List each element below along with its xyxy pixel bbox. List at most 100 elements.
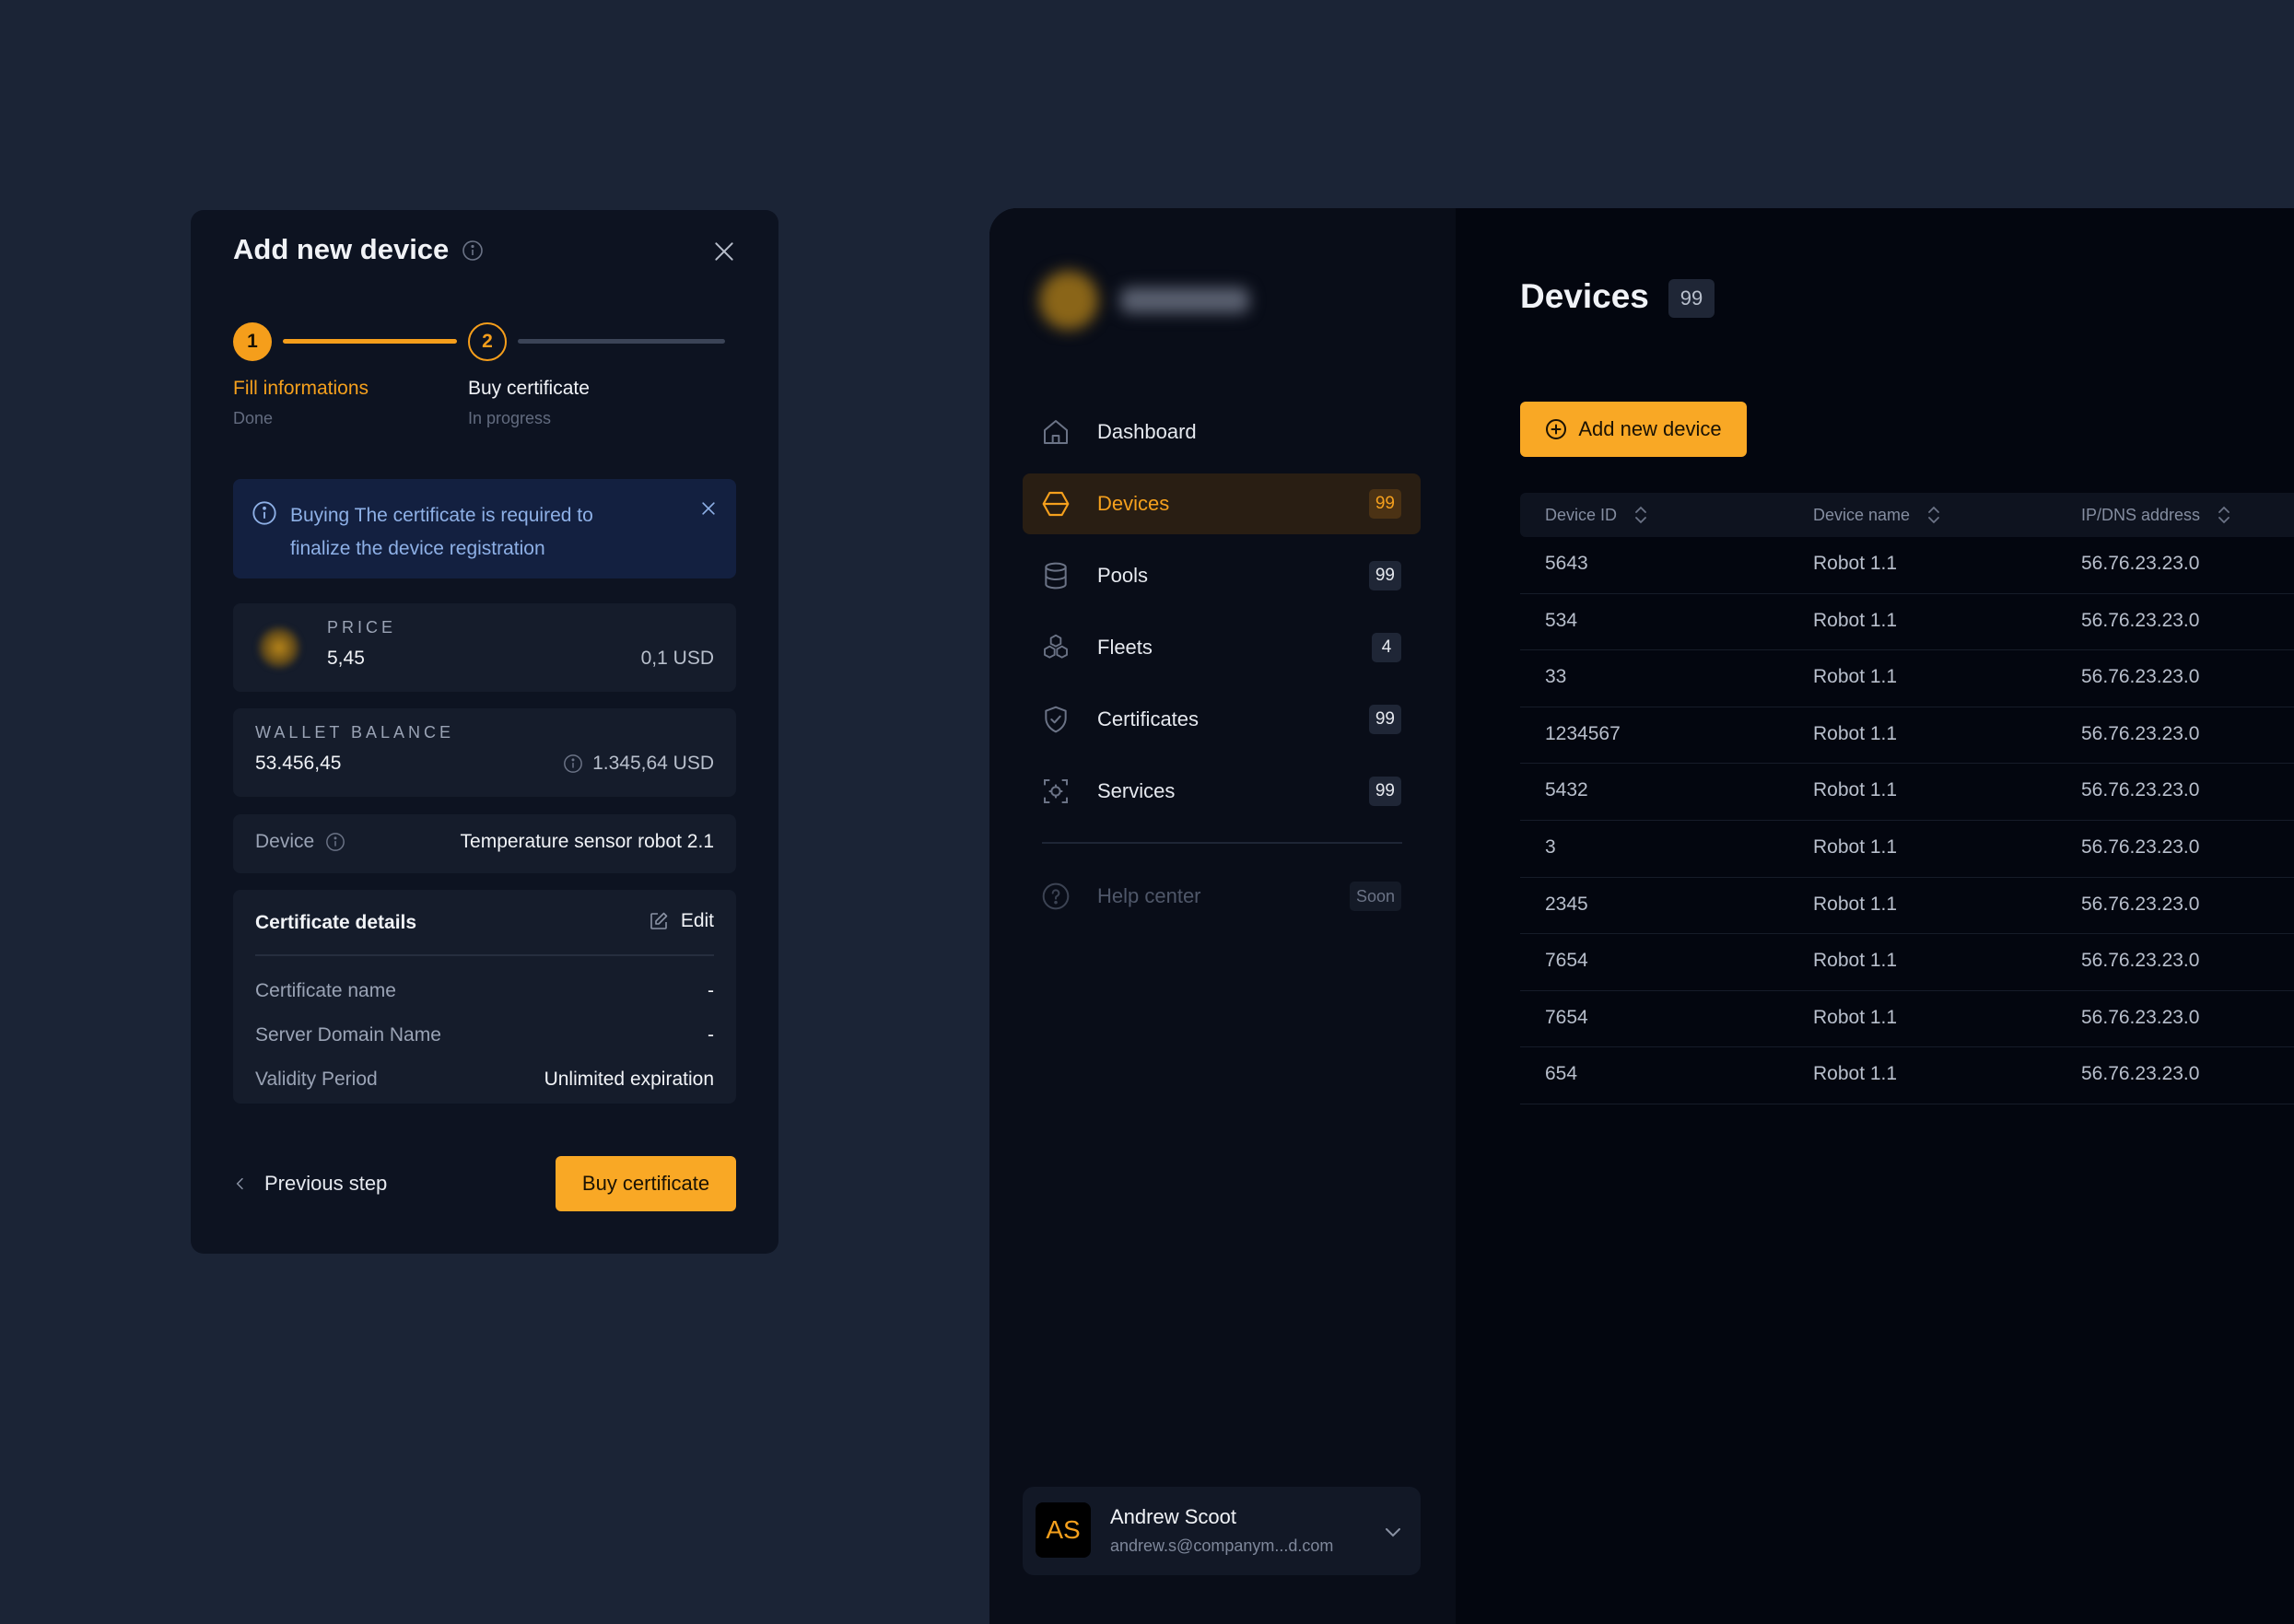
previous-step-button[interactable]: Previous step	[233, 1172, 387, 1196]
logo	[1039, 262, 1251, 335]
price-label: PRICE	[327, 618, 397, 637]
device-label-group: Device	[255, 831, 345, 853]
validity-period-value: Unlimited expiration	[544, 1069, 714, 1090]
device-id-cell: 33	[1545, 666, 1567, 688]
sidebar-item-label: Services	[1097, 779, 1176, 802]
device-id-cell: 7654	[1545, 1006, 1588, 1028]
sidebar-item-dashboard[interactable]: Dashboard	[1023, 402, 1421, 462]
validity-period-label: Validity Period	[255, 1069, 378, 1090]
soon-badge: Soon	[1349, 882, 1401, 911]
price-value: 5,45	[327, 648, 365, 669]
certificate-details-card: Certificate details Edit Certificate nam…	[233, 890, 736, 1104]
add-new-device-button[interactable]: Add new device	[1520, 402, 1747, 457]
add-new-device-label: Add new device	[1578, 417, 1722, 440]
app-window: Dashboard Devices 99 Pools 99 Fleets 4 C…	[989, 208, 2294, 1624]
table-row[interactable]: 3 Robot 1.1 56.76.23.23.0	[1520, 821, 2294, 878]
buy-certificate-button[interactable]: Buy certificate	[556, 1156, 736, 1211]
column-header-label: Device ID	[1545, 505, 1618, 524]
hexagon-icon	[1041, 489, 1071, 519]
table-row[interactable]: 7654 Robot 1.1 56.76.23.23.0	[1520, 934, 2294, 991]
step-1-status: Done	[233, 409, 274, 427]
column-header-device-name[interactable]: Device name	[1813, 505, 1941, 525]
divider	[255, 954, 714, 956]
sort-icon	[2217, 505, 2231, 525]
ip-address-cell: 56.76.23.23.0	[2081, 779, 2200, 801]
sidebar-item-fleets[interactable]: Fleets 4	[1023, 617, 1421, 678]
user-menu[interactable]: AS Andrew Scoot andrew.s@companym...d.co…	[1023, 1487, 1421, 1575]
sidebar-item-devices[interactable]: Devices 99	[1023, 473, 1421, 534]
certificate-name-label: Certificate name	[255, 980, 396, 1001]
count-badge: 4	[1372, 633, 1401, 662]
sidebar-item-services[interactable]: Services 99	[1023, 761, 1421, 822]
sidebar-item-label: Help center	[1097, 884, 1201, 907]
chevron-left-icon	[233, 1176, 248, 1191]
sort-icon	[1633, 505, 1648, 525]
main-content: Devices 99 Add new device Device ID Devi…	[1456, 208, 2294, 1624]
sidebar-item-label: Certificates	[1097, 707, 1200, 730]
device-id-cell: 5432	[1545, 779, 1588, 801]
device-id-cell: 654	[1545, 1063, 1578, 1085]
table-row[interactable]: 5643 Robot 1.1 56.76.23.23.0	[1520, 537, 2294, 594]
device-name-cell: Robot 1.1	[1813, 950, 1898, 972]
step-2-progress-line	[518, 339, 725, 344]
wallet-usd-group: 1.345,64 USD	[563, 753, 714, 775]
sidebar-divider	[1042, 842, 1402, 844]
plus-circle-icon	[1545, 418, 1567, 440]
user-name: Andrew Scoot	[1110, 1505, 1236, 1528]
device-name-cell: Robot 1.1	[1813, 1006, 1898, 1028]
shield-icon	[1041, 705, 1071, 734]
sidebar-item-certificates[interactable]: Certificates 99	[1023, 689, 1421, 750]
table-row[interactable]: 534 Robot 1.1 56.76.23.23.0	[1520, 594, 2294, 651]
edit-icon	[648, 910, 670, 932]
table-row[interactable]: 1234567 Robot 1.1 56.76.23.23.0	[1520, 707, 2294, 765]
info-icon[interactable]	[462, 240, 484, 262]
database-icon	[1041, 561, 1071, 590]
avatar: AS	[1036, 1502, 1091, 1558]
sidebar-item-label: Fleets	[1097, 636, 1153, 659]
count-badge: 99	[1368, 705, 1401, 734]
table-row[interactable]: 2345 Robot 1.1 56.76.23.23.0	[1520, 878, 2294, 935]
wallet-value: 53.456,45	[255, 753, 342, 774]
sort-icon	[1926, 505, 1941, 525]
ip-address-cell: 56.76.23.23.0	[2081, 553, 2200, 574]
certificate-name-value: -	[708, 980, 714, 1001]
add-device-modal: Add new device 1 2 Fill informations Don…	[191, 210, 778, 1254]
table-row[interactable]: 5432 Robot 1.1 56.76.23.23.0	[1520, 764, 2294, 821]
edit-button[interactable]: Edit	[648, 910, 714, 932]
device-id-cell: 3	[1545, 835, 1556, 858]
sidebar-item-pools[interactable]: Pools 99	[1023, 545, 1421, 606]
close-alert-icon[interactable]	[699, 499, 718, 518]
sidebar-item-help-center[interactable]: Help center Soon	[1023, 866, 1421, 927]
column-header-ip-address[interactable]: IP/DNS address	[2081, 505, 2231, 525]
step-2-indicator: 2	[468, 322, 507, 361]
page-title: Devices	[1520, 277, 1649, 315]
count-badge: 99	[1368, 777, 1401, 806]
devices-table: Device ID Device name IP/DNS address 564…	[1520, 493, 2294, 1104]
price-card: PRICE 5,45 0,1 USD	[233, 603, 736, 692]
device-name-cell: Robot 1.1	[1813, 609, 1898, 631]
device-id-cell: 5643	[1545, 553, 1588, 574]
count-badge: 99	[1368, 561, 1401, 590]
device-label: Device	[255, 831, 315, 852]
help-icon	[1041, 882, 1071, 911]
info-icon[interactable]	[325, 832, 345, 852]
step-2-status: In progress	[468, 409, 552, 427]
table-row[interactable]: 7654 Robot 1.1 56.76.23.23.0	[1520, 991, 2294, 1048]
token-icon	[257, 625, 301, 670]
edit-label: Edit	[680, 910, 714, 931]
device-name-cell: Robot 1.1	[1813, 835, 1898, 858]
column-header-device-id[interactable]: Device ID	[1545, 505, 1648, 525]
close-icon[interactable]	[712, 240, 736, 263]
table-row[interactable]: 654 Robot 1.1 56.76.23.23.0	[1520, 1047, 2294, 1104]
table-row[interactable]: 33 Robot 1.1 56.76.23.23.0	[1520, 650, 2294, 707]
services-icon	[1041, 777, 1071, 806]
server-domain-label: Server Domain Name	[255, 1024, 441, 1046]
ip-address-cell: 56.76.23.23.0	[2081, 1006, 2200, 1028]
price-usd: 0,1 USD	[640, 648, 714, 669]
sidebar-item-label: Pools	[1097, 564, 1149, 587]
device-card: Device Temperature sensor robot 2.1	[233, 814, 736, 873]
chevron-down-icon	[1382, 1521, 1404, 1543]
ip-address-cell: 56.76.23.23.0	[2081, 835, 2200, 858]
boxes-icon	[1041, 633, 1071, 662]
info-icon[interactable]	[563, 754, 583, 774]
